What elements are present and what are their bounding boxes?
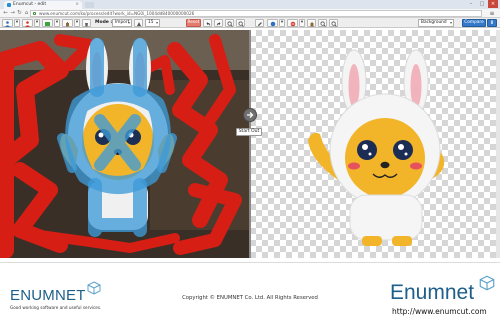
result-cutout-image: [308, 49, 445, 246]
home-button[interactable]: ⌂: [23, 10, 30, 17]
red-circle-button[interactable]: [287, 19, 298, 27]
blue-circle-dropdown[interactable]: ▾: [279, 19, 285, 27]
chevron-down-icon: ▾: [449, 20, 452, 25]
zoom-in-icon: [320, 21, 326, 27]
address-bar-row: ← → ↻ ⌂ www.enumcut.com/ko/process/edit?…: [0, 9, 500, 18]
pencil-icon: [257, 22, 262, 26]
red-circle-dropdown[interactable]: ▾: [299, 19, 305, 27]
compare-button[interactable]: Compare: [462, 19, 486, 27]
address-text: www.enumcut.com/ko/process/edit?work_id=…: [39, 11, 195, 16]
page-footer: ENUMNET Good working software and useful…: [0, 262, 500, 322]
split-divider[interactable]: [249, 30, 251, 258]
address-input[interactable]: www.enumcut.com/ko/process/edit?work_id=…: [30, 10, 482, 17]
redo-icon: [216, 22, 220, 26]
new-tab-button[interactable]: [85, 2, 94, 8]
window-minimize-button[interactable]: –: [466, 0, 476, 8]
background-select[interactable]: Background ▾: [418, 19, 454, 27]
back-button[interactable]: ←: [2, 10, 9, 17]
hand-icon: [310, 22, 313, 27]
hand-icon: [66, 22, 69, 27]
background-value: Background: [421, 20, 447, 25]
download-button[interactable]: ⬇: [487, 19, 497, 27]
bucket-tool-button[interactable]: [82, 19, 91, 27]
person-keep-icon: [5, 21, 10, 27]
start-out-button[interactable]: Start Out: [236, 128, 262, 136]
zoom-out-button[interactable]: [236, 19, 245, 27]
person-remove-icon: [25, 21, 30, 27]
bucket-icon: [84, 23, 88, 27]
browser-menu-button[interactable]: ≡: [488, 10, 496, 17]
brush-size-select[interactable]: 15 ▾: [145, 19, 160, 27]
favicon-icon: [7, 3, 11, 7]
keep-brush-dropdown[interactable]: ▾: [14, 19, 20, 27]
logo-wordmark-right: Enumnet: [390, 281, 475, 304]
undo-button[interactable]: [203, 19, 212, 27]
reset-button[interactable]: Reset: [186, 19, 201, 27]
split-handle-button[interactable]: [243, 108, 257, 122]
mode-select[interactable]: Import ▾: [112, 19, 132, 27]
browser-tab[interactable]: Enumcut - edit ×: [4, 1, 82, 9]
source-image-canvas[interactable]: [0, 30, 250, 258]
mode-label: Mode :: [95, 20, 113, 25]
tab-close-icon[interactable]: ×: [75, 1, 79, 9]
arrow-right-icon: [247, 112, 254, 118]
pan-tool-button[interactable]: [62, 19, 73, 27]
undo-icon: [206, 22, 210, 26]
brush-size-icon: [136, 22, 141, 26]
window-close-button[interactable]: ×: [488, 0, 498, 8]
footer-tagline: Good working software and useful service…: [10, 305, 102, 310]
zoom-in-right-button[interactable]: [318, 19, 327, 27]
redo-button[interactable]: [214, 19, 223, 27]
cube-logo-icon: [87, 281, 101, 295]
remove-brush-dropdown[interactable]: ▾: [34, 19, 40, 27]
tab-title: Enumcut - edit: [13, 2, 47, 7]
forward-button[interactable]: →: [9, 10, 16, 17]
green-box-icon: [45, 22, 50, 26]
result-image-canvas[interactable]: [250, 30, 500, 258]
brush-size-icon-button[interactable]: [134, 19, 143, 27]
source-image-with-mask: [0, 30, 250, 258]
window-maximize-button[interactable]: □: [477, 0, 487, 8]
lock-icon: [33, 12, 36, 15]
chevron-down-icon: ▾: [127, 20, 130, 25]
pan-tool-dropdown[interactable]: ▾: [74, 19, 80, 27]
cube-logo-icon: [479, 275, 495, 291]
website-link[interactable]: http://www.enumcut.com: [392, 307, 487, 316]
zoom-out-icon: [331, 21, 337, 27]
zoom-out-icon: [238, 21, 244, 27]
red-minus-icon: [290, 21, 295, 27]
chevron-down-icon: ▾: [155, 20, 158, 25]
zoom-out-right-button[interactable]: [329, 19, 338, 27]
keep-brush-button[interactable]: [2, 19, 13, 27]
zoom-in-button[interactable]: [225, 19, 234, 27]
right-pane-scrollbar[interactable]: [496, 30, 500, 258]
brush-size-value: 15: [148, 20, 154, 25]
enumnet-logo-right[interactable]: Enumnet http://www.enumcut.com: [384, 275, 495, 321]
hand-tool-right-button[interactable]: [307, 19, 316, 27]
blue-circle-button[interactable]: [267, 19, 278, 27]
blue-circle-icon: [270, 21, 275, 27]
browser-tabstrip: Enumcut - edit × – □ ×: [0, 0, 500, 9]
auto-fill-dropdown[interactable]: ▾: [54, 19, 60, 27]
reload-button[interactable]: ↻: [16, 10, 23, 17]
editor-toolbar: ▾ ▾ ▾ ▾ Mode : Import ▾ 15 ▾ Reset ▾ ▾ B…: [0, 18, 500, 28]
remove-brush-button[interactable]: [22, 19, 33, 27]
zoom-in-icon: [227, 21, 233, 27]
auto-fill-button[interactable]: [42, 19, 53, 27]
pencil-tool-button[interactable]: [255, 19, 264, 27]
